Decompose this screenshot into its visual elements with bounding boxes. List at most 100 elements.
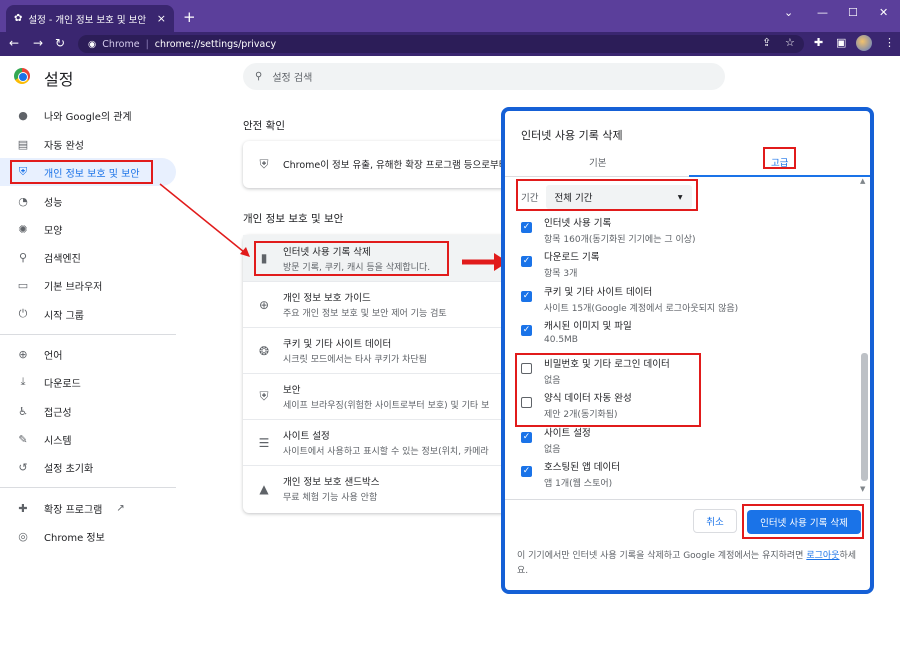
option-download-history[interactable]: ✓ 다운로드 기록 항목 3개 bbox=[521, 249, 851, 279]
site-info-icon[interactable]: ◉ bbox=[88, 39, 96, 50]
address-bar[interactable]: ◉ Chrome | chrome://settings/privacy bbox=[78, 35, 804, 53]
sidebar-item-label: 확장 프로그램 bbox=[44, 504, 103, 516]
row-desc: 사이트에서 사용하고 표시할 수 있는 정보(위치, 카메라 bbox=[283, 447, 489, 457]
tab-close-icon[interactable]: × bbox=[157, 12, 166, 25]
checkbox-checked[interactable]: ✓ bbox=[521, 222, 532, 233]
option-title: 캐시된 이미지 및 파일 bbox=[544, 321, 632, 332]
unchecked-highlight-box bbox=[515, 353, 701, 427]
option-title: 인터넷 사용 기록 bbox=[544, 218, 612, 229]
tab-search-icon[interactable]: ⌄ bbox=[784, 6, 793, 19]
sidebar-item-autofill[interactable]: ▤ 자동 완성 bbox=[0, 130, 176, 158]
cancel-button[interactable]: 취소 bbox=[693, 509, 737, 533]
sidebar-item-about[interactable]: ◎ Chrome 정보 bbox=[0, 522, 176, 550]
sidebar-item-performance[interactable]: ◔ 성능 bbox=[0, 187, 176, 215]
option-desc: 항목 160개(동기화된 기기에는 그 이상) bbox=[544, 235, 696, 245]
sidebar-item-accessibility[interactable]: ♿ 접근성 bbox=[0, 397, 176, 425]
extensions-icon[interactable]: ✚ bbox=[814, 36, 823, 49]
sidebar-item-label: 언어 bbox=[44, 350, 63, 362]
option-desc: 항목 3개 bbox=[544, 269, 578, 279]
checkbox-checked[interactable]: ✓ bbox=[521, 256, 532, 267]
sidebar-highlight-box bbox=[10, 160, 153, 184]
row-desc: 무료 체험 기능 사용 안함 bbox=[283, 493, 378, 503]
sidebar-item-appearance[interactable]: ✺ 모양 bbox=[0, 215, 176, 243]
sidebar-item-extensions[interactable]: ✚ 확장 프로그램 ↗ bbox=[0, 494, 176, 522]
security-row[interactable]: ⛨ 보안 세이프 브라우징(위험한 사이트로부터 보호) 및 기타 보 bbox=[243, 373, 513, 419]
sidebar-item-label: 다운로드 bbox=[44, 378, 81, 390]
toolbar: ← → ↻ ◉ Chrome | chrome://settings/priva… bbox=[0, 32, 900, 56]
settings-search-input[interactable]: ⚲ 설정 검색 bbox=[243, 63, 725, 90]
sidebar-item-languages[interactable]: ⊕ 언어 bbox=[0, 340, 176, 368]
search-placeholder: 설정 검색 bbox=[272, 73, 313, 84]
browser-tab[interactable]: ✿ 설정 - 개인 정보 보호 및 보안 × bbox=[6, 5, 174, 32]
minimize-icon[interactable]: — bbox=[817, 6, 828, 19]
title-bar: ✿ 설정 - 개인 정보 보호 및 보안 × + ⌄ — ☐ ✕ bbox=[0, 0, 900, 32]
bookmark-star-icon[interactable]: ☆ bbox=[785, 36, 795, 49]
row-title: 개인 정보 보호 가이드 bbox=[283, 293, 371, 304]
forward-icon[interactable]: → bbox=[33, 36, 43, 50]
shield-icon: ⛨ bbox=[259, 389, 269, 403]
shield-check-icon: ⛨ bbox=[259, 156, 269, 171]
scroll-up-icon[interactable]: ▲ bbox=[860, 177, 865, 185]
sidebar-item-label: Chrome 정보 bbox=[44, 532, 105, 544]
checkbox-checked[interactable]: ✓ bbox=[521, 325, 532, 336]
option-site-settings[interactable]: ✓ 사이트 설정 없음 bbox=[521, 425, 851, 455]
row-title: 사이트 설정 bbox=[283, 431, 330, 442]
privacy-heading: 개인 정보 보호 및 보안 bbox=[243, 213, 344, 225]
share-icon[interactable]: ⇪ bbox=[762, 36, 771, 49]
sidebar-item-search-engine[interactable]: ⚲ 검색엔진 bbox=[0, 243, 176, 271]
sidebar-item-you-and-google[interactable]: ● 나와 Google의 관계 bbox=[0, 101, 176, 129]
scroll-thumb[interactable] bbox=[861, 353, 868, 481]
tab-highlight-box bbox=[763, 147, 796, 169]
scroll-down-icon[interactable]: ▼ bbox=[860, 485, 865, 493]
sidebar-item-label: 자동 완성 bbox=[44, 140, 84, 152]
cookies-row[interactable]: ❂ 쿠키 및 기타 사이트 데이터 시크릿 모드에서는 타사 쿠키가 차단됨 bbox=[243, 327, 513, 373]
checkbox-checked[interactable]: ✓ bbox=[521, 291, 532, 302]
privacy-sandbox-row[interactable]: ▲ 개인 정보 보호 샌드박스 무료 체험 기능 사용 안함 bbox=[243, 465, 513, 511]
maximize-icon[interactable]: ☐ bbox=[848, 6, 858, 19]
site-settings-row[interactable]: ☰ 사이트 설정 사이트에서 사용하고 표시할 수 있는 정보(위치, 카메라 bbox=[243, 419, 513, 465]
scrollbar[interactable]: ▲ ▼ bbox=[859, 175, 868, 495]
chrome-logo-icon bbox=[14, 68, 30, 84]
button-highlight-box bbox=[742, 504, 864, 539]
sidebar-item-system[interactable]: ✎ 시스템 bbox=[0, 425, 176, 453]
dialog-divider bbox=[505, 499, 870, 500]
sign-out-link[interactable]: 로그아웃 bbox=[806, 551, 839, 561]
side-panel-icon[interactable]: ▣ bbox=[836, 36, 846, 49]
sliders-icon: ☰ bbox=[258, 435, 270, 450]
speedometer-icon: ◔ bbox=[18, 194, 28, 208]
profile-avatar[interactable] bbox=[856, 35, 872, 51]
new-tab-button[interactable]: + bbox=[183, 8, 196, 26]
menu-icon[interactable]: ⋮ bbox=[884, 36, 895, 49]
option-browsing-history[interactable]: ✓ 인터넷 사용 기록 항목 160개(동기화된 기기에는 그 이상) bbox=[521, 215, 851, 245]
option-hosted-app-data[interactable]: ✓ 호스팅된 앱 데이터 앱 1개(웹 스토어) bbox=[521, 459, 851, 489]
globe-icon: ⊕ bbox=[18, 347, 28, 361]
sidebar-item-default-browser[interactable]: ▭ 기본 브라우저 bbox=[0, 271, 176, 299]
person-icon: ● bbox=[18, 108, 28, 122]
checkbox-checked[interactable]: ✓ bbox=[521, 466, 532, 477]
privacy-guide-row[interactable]: ⊕ 개인 정보 보호 가이드 주요 개인 정보 보호 및 보안 제어 기능 검토 bbox=[243, 281, 513, 327]
sidebar-item-label: 기본 브라우저 bbox=[44, 281, 103, 293]
window-close-icon[interactable]: ✕ bbox=[879, 6, 888, 19]
safety-heading: 안전 확인 bbox=[243, 120, 285, 132]
search-icon: ⚲ bbox=[255, 71, 263, 82]
sidebar-item-downloads[interactable]: ⤓ 다운로드 bbox=[0, 368, 176, 396]
option-title: 쿠키 및 기타 사이트 데이터 bbox=[544, 287, 653, 298]
flask-icon: ▲ bbox=[259, 481, 269, 496]
row-highlight-box bbox=[254, 241, 449, 276]
sidebar-item-reset[interactable]: ↺ 설정 초기화 bbox=[0, 453, 176, 481]
safety-row[interactable]: ⛨ Chrome이 정보 유출, 유해한 확장 프로그램 등으로부터 bbox=[243, 141, 513, 187]
gear-icon: ✿ bbox=[14, 13, 23, 24]
checkbox-checked[interactable]: ✓ bbox=[521, 432, 532, 443]
safety-card: ⛨ Chrome이 정보 유출, 유해한 확장 프로그램 등으로부터 bbox=[243, 141, 513, 188]
reload-icon[interactable]: ↻ bbox=[55, 36, 65, 50]
tab-basic[interactable]: 기본 bbox=[589, 155, 606, 169]
sidebar-item-on-startup[interactable]: ⏻ 시작 그룹 bbox=[0, 300, 176, 328]
back-icon[interactable]: ← bbox=[9, 36, 19, 50]
sidebar-item-label: 성능 bbox=[44, 197, 63, 209]
option-cache[interactable]: ✓ 캐시된 이미지 및 파일 40.5MB bbox=[521, 318, 851, 345]
option-cookies[interactable]: ✓ 쿠키 및 기타 사이트 데이터 사이트 15개(Google 계정에서 로그… bbox=[521, 284, 851, 314]
option-title: 사이트 설정 bbox=[544, 428, 591, 439]
option-title: 다운로드 기록 bbox=[544, 252, 600, 263]
row-title: 보안 bbox=[283, 385, 301, 396]
url-host: Chrome bbox=[102, 38, 140, 50]
